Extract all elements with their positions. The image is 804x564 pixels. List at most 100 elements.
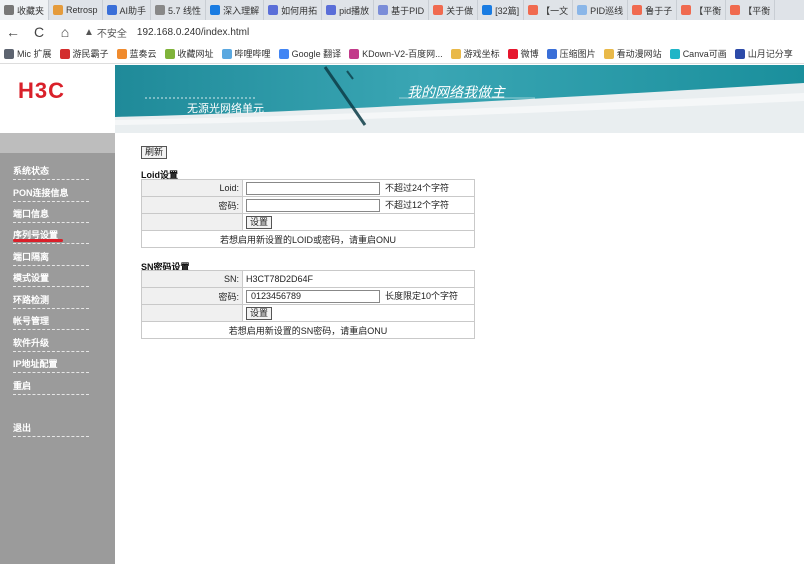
browser-tab[interactable]: 收藏夹 <box>0 0 50 20</box>
banner-subtitle: 无源光网络单元 <box>187 103 264 115</box>
bookmark-icon <box>278 48 289 59</box>
browser-tab-label: pid播放 <box>339 5 370 16</box>
zhihu-icon <box>482 5 493 15</box>
browser-tab[interactable]: AI助手 <box>103 0 152 20</box>
active-item-underline <box>13 239 63 242</box>
home-button[interactable]: ⌂ <box>52 20 78 44</box>
bookmark-item[interactable]: Canva可画 <box>666 44 731 63</box>
bookmark-icon <box>59 48 70 59</box>
sidebar-item-mode-settings[interactable]: 模式设置 <box>13 271 89 287</box>
browser-tab-label: 【一文 <box>541 5 569 16</box>
browser-tab[interactable]: 深入理解 <box>206 0 265 20</box>
bookmark-item[interactable]: 微博 <box>504 44 543 63</box>
sidebar-item-port-isolation[interactable]: 端口隔离 <box>13 250 89 266</box>
refresh-icon <box>155 5 166 15</box>
browser-tab-label: 【平衡 <box>743 5 771 16</box>
browser-tab-label: PID巡线 <box>590 5 624 16</box>
sn-note: 若想启用新设置的SN密码，请重启ONU <box>141 321 475 339</box>
sidebar-top-strip <box>0 133 115 153</box>
browser-tab[interactable]: 基于PID <box>374 0 430 20</box>
bookmark-item[interactable]: 游戏坐标 <box>447 44 504 63</box>
browser-tab[interactable]: 【平衡 <box>726 0 776 20</box>
url-text[interactable]: 192.168.0.240/index.html <box>137 27 249 38</box>
table-row: 设置 <box>141 213 475 231</box>
sidebar-item-loop-detection[interactable]: 环路检测 <box>13 293 89 309</box>
h3c-logo: H3C <box>18 78 66 103</box>
header-banner: 无源光网络单元 我的网络我做主 <box>115 65 804 133</box>
bookmark-icon <box>164 48 175 59</box>
sidebar-item-account-management[interactable]: 帐号管理 <box>13 314 89 330</box>
bookmark-icon <box>507 48 518 59</box>
empty-label-cell <box>141 213 243 231</box>
browser-tab[interactable]: 【一文 <box>524 0 574 20</box>
loid-password-hint: 不超过12个字符 <box>385 199 450 210</box>
sidebar-item-ip-config[interactable]: IP地址配置 <box>13 357 89 373</box>
sidebar-item-software-upgrade[interactable]: 软件升级 <box>13 336 89 352</box>
main-content: 刷新 Loid设置 Loid: 不超过24个字符 密码: 不超过12个字符 设置 <box>115 133 804 564</box>
sn-password-input[interactable]: 0123456789 <box>246 290 380 304</box>
logo-area: H3C <box>0 65 115 133</box>
sidebar-item-system-status[interactable]: 系统状态 <box>13 164 89 180</box>
bookmark-label: 哔哩哔哩 <box>234 49 271 59</box>
bookmark-icon <box>349 48 360 59</box>
bookmark-label: KDown-V2-百度网... <box>362 49 443 59</box>
sidebar-item-port-info[interactable]: 端口信息 <box>13 207 89 223</box>
bookmark-item[interactable]: 哔哩哔哩 <box>218 44 275 63</box>
sidebar-item-pon-info[interactable]: PON连接信息 <box>13 186 89 202</box>
reload-button[interactable]: C <box>26 20 52 44</box>
bookmark-item[interactable]: 山月记分享 <box>731 44 797 63</box>
bookmark-item[interactable]: 蓝奏云 <box>113 44 161 63</box>
browser-tab[interactable]: 【平衡 <box>677 0 727 20</box>
empty-label-cell <box>141 304 243 322</box>
browser-tab[interactable]: 5.7 线性 <box>151 0 207 20</box>
browser-tab-label: Retrosp <box>66 5 98 15</box>
bookmark-label: Canva可画 <box>682 49 727 59</box>
loid-value-cell: 不超过24个字符 <box>242 179 475 197</box>
browser-tab[interactable]: pid播放 <box>322 0 375 20</box>
bookmark-item[interactable]: 游民霸子 <box>56 44 113 63</box>
sidebar-item-logout[interactable]: 退出 <box>13 421 89 437</box>
sn-set-button[interactable]: 设置 <box>246 306 273 320</box>
banner-slogan: 我的网络我做主 <box>407 85 505 101</box>
bookmark-icon <box>546 48 557 59</box>
table-row: 密码: 0123456789 长度限定10个字符 <box>141 287 475 305</box>
sn-settings-table: SN: H3CT78D2D64F 密码: 0123456789 长度限定10个字符… <box>141 270 475 339</box>
insecure-label: 不安全 <box>96 28 127 40</box>
sn-password-hint: 长度限定10个字符 <box>385 290 459 301</box>
loid-button-cell: 设置 <box>242 213 475 231</box>
loid-set-button[interactable]: 设置 <box>246 215 273 229</box>
bookmark-item[interactable]: 收藏网址 <box>161 44 218 63</box>
back-button[interactable]: ← <box>0 20 26 44</box>
browser-tab[interactable]: 关于做 <box>429 0 479 20</box>
browser-tab[interactable]: PID巡线 <box>573 0 629 20</box>
sn-label: SN: <box>141 270 243 288</box>
loid-label: Loid: <box>141 179 243 197</box>
bookmark-item[interactable]: KDown-V2-百度网... <box>345 44 447 63</box>
table-row: 若想启用新设置的SN密码，请重启ONU <box>141 321 475 339</box>
sn-password-cell: 0123456789 长度限定10个字符 <box>242 287 475 305</box>
paw-icon <box>268 5 279 15</box>
bookmark-item[interactable]: 压缩图片 <box>543 44 600 63</box>
bookmark-item[interactable]: Mic 扩展 <box>0 44 56 63</box>
doc-icon <box>378 5 389 15</box>
browser-tab-label: 基于PID <box>391 5 425 16</box>
loid-input[interactable] <box>246 182 380 196</box>
loid-password-input[interactable] <box>246 199 380 213</box>
bookmark-label: Google 翻译 <box>291 49 342 59</box>
url-field[interactable]: ▲ 不安全 192.168.0.240/index.html <box>84 23 249 41</box>
bookmark-item[interactable]: 看动漫网站 <box>600 44 666 63</box>
refresh-button[interactable]: 刷新 <box>141 146 168 159</box>
browser-tab[interactable]: [32篇] <box>478 0 525 20</box>
sidebar-item-reboot[interactable]: 重启 <box>13 379 89 395</box>
browser-tab[interactable]: 鲁于子 <box>628 0 678 20</box>
browser-tab[interactable]: 如何用拓 <box>264 0 323 20</box>
browser-tab-label: 收藏夹 <box>17 5 45 16</box>
browser-tab[interactable]: Retrosp <box>49 0 103 20</box>
bookmark-label: 看动漫网站 <box>616 49 662 59</box>
bookmark-icon <box>450 48 461 59</box>
bookmark-item[interactable]: Google 翻译 <box>275 44 346 63</box>
sn-button-cell: 设置 <box>242 304 475 322</box>
cloud-icon <box>577 5 588 15</box>
table-row: Loid: 不超过24个字符 <box>141 179 475 197</box>
sn-password-label: 密码: <box>141 287 243 305</box>
